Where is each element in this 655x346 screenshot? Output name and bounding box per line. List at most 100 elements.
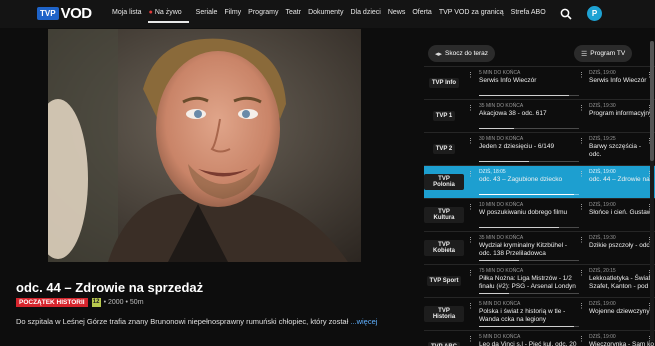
program-year-duration: • 2000 • 50m bbox=[103, 299, 144, 306]
channel-logo[interactable]: TVP Sport bbox=[424, 265, 464, 297]
series-badge[interactable]: POCZĄTEK HISTORII bbox=[16, 298, 88, 307]
channel-list: TVP Info ⋮ 5 MIN DO KOŃCA Serwis Info Wiecz… bbox=[424, 66, 655, 346]
nav-strefa-abo[interactable]: Strefa ABO bbox=[511, 9, 546, 16]
current-program[interactable]: 5 MIN DO KOŃCA Serwis Info Wieczór bbox=[479, 67, 579, 99]
current-program[interactable]: 35 MIN DO KOŃCA Akacjowa 38 - odc. 617 bbox=[479, 100, 579, 132]
channel-row[interactable]: TVP Info ⋮ 5 MIN DO KOŃCA Serwis Info Wiecz… bbox=[424, 66, 655, 99]
more-options-icon[interactable]: ⋮ bbox=[578, 269, 585, 277]
live-dot-icon: ● bbox=[148, 9, 153, 16]
more-options-icon[interactable]: ⋮ bbox=[578, 302, 585, 310]
nav-dokumenty[interactable]: Dokumenty bbox=[308, 9, 343, 16]
current-program[interactable]: 30 MIN DO KOŃCA Jeden z dziesięciu - 6/14… bbox=[479, 133, 579, 165]
channel-logo-text: TVP Kobieta bbox=[424, 240, 464, 256]
channel-row[interactable]: TVP Kobieta ⋮ 35 MIN DO KOŃCA Wydział krymi… bbox=[424, 231, 655, 264]
tv-guide-button[interactable]: ☰ Program TV bbox=[574, 45, 633, 62]
jump-label: Skocz do teraz bbox=[445, 50, 489, 57]
current-program-time: 5 MIN DO KOŃCA bbox=[479, 334, 521, 340]
logo-vod: VOD bbox=[60, 5, 93, 22]
more-link[interactable]: ...więcej bbox=[350, 317, 377, 326]
more-options-icon[interactable]: ⋮ bbox=[467, 269, 474, 277]
more-options-icon[interactable]: ⋮ bbox=[578, 170, 585, 178]
channel-row[interactable]: TVP 2 ⋮ 30 MIN DO KOŃCA Jeden z dziesięciu … bbox=[424, 132, 655, 165]
program-progress-fill bbox=[479, 128, 514, 129]
current-program[interactable]: 5 MIN DO KOŃCA Leo da Vinci s.l - Pięć ku… bbox=[479, 331, 579, 346]
nav-oferta[interactable]: Oferta bbox=[412, 9, 431, 16]
scrollbar[interactable] bbox=[650, 41, 654, 341]
current-program-title: Leo da Vinci s.l - Pięć kul, odc. 20 bbox=[479, 341, 577, 346]
current-program[interactable]: 10 MIN DO KOŃCA W poszukiwaniu dobrego fi… bbox=[479, 199, 579, 231]
program-progress-fill bbox=[479, 260, 519, 261]
channel-row[interactable]: TVP Historia ⋮ 5 MIN DO KOŃCA Polska i świa… bbox=[424, 297, 655, 330]
channel-row[interactable]: TVP Sport ⋮ 75 MIN DO KOŃCA Piłka Nożna: Li… bbox=[424, 264, 655, 297]
guide-label: Program TV bbox=[590, 50, 626, 57]
more-options-icon[interactable]: ⋮ bbox=[467, 71, 474, 79]
next-program-title: Lekkoatletyka - Świat Szafet, Kanton - p… bbox=[589, 275, 651, 290]
channel-logo[interactable]: TVP 2 bbox=[424, 133, 464, 165]
user-avatar[interactable]: P bbox=[587, 6, 602, 21]
more-options-icon[interactable]: ⋮ bbox=[578, 335, 585, 343]
current-program-time: 35 MIN DO KOŃCA bbox=[479, 103, 524, 109]
channel-logo[interactable]: TVP Kobieta bbox=[424, 232, 464, 264]
program-progress-bar bbox=[479, 293, 579, 294]
nav-filmy[interactable]: Filmy bbox=[224, 9, 241, 16]
more-options-icon[interactable]: ⋮ bbox=[467, 236, 474, 244]
more-options-icon[interactable]: ⋮ bbox=[578, 71, 585, 79]
channel-logo[interactable]: TVP ABC bbox=[424, 331, 464, 346]
nav-teatr[interactable]: Teatr bbox=[286, 9, 302, 16]
next-program-title: Barwy szczęścia - odc. bbox=[589, 143, 642, 158]
program-progress-fill bbox=[479, 293, 509, 294]
channel-logo[interactable]: TVP Info bbox=[424, 67, 464, 99]
channel-row[interactable]: TVP ABC⋮5 MIN DO KOŃCALeo da Vinci s.l -… bbox=[424, 330, 655, 346]
more-options-icon[interactable]: ⋮ bbox=[467, 302, 474, 310]
current-program-title: odc. 43 – Zagubione dziecko bbox=[479, 176, 563, 183]
more-options-icon[interactable]: ⋮ bbox=[467, 170, 474, 178]
current-program-title: Polska i świat z historią w tle - Wanda … bbox=[479, 308, 566, 323]
current-program[interactable]: 35 MIN DO KOŃCA Wydział kryminalny Kitzbü… bbox=[479, 232, 579, 264]
tvp-vod-logo[interactable]: TVP VOD bbox=[37, 5, 92, 22]
top-navigation: TVP VOD Moja lista ● Na żywo Seriale Film… bbox=[0, 0, 655, 28]
current-program-title: Akacjowa 38 - odc. 617 bbox=[479, 110, 547, 117]
nav-dla-dzieci[interactable]: Dla dzieci bbox=[350, 9, 380, 16]
current-program[interactable]: 5 MIN DO KOŃCA Polska i świat z historią … bbox=[479, 298, 579, 330]
program-progress-bar bbox=[479, 326, 579, 327]
current-program-time: 35 MIN DO KOŃCA bbox=[479, 235, 524, 241]
nav-moja-lista[interactable]: Moja lista bbox=[112, 9, 142, 16]
more-options-icon[interactable]: ⋮ bbox=[467, 203, 474, 211]
channel-logo[interactable]: TVP Polonia bbox=[424, 166, 464, 198]
nav-programy[interactable]: Programy bbox=[248, 9, 278, 16]
jump-to-now-button[interactable]: ◂▸ Skocz do teraz bbox=[428, 45, 496, 62]
more-options-icon[interactable]: ⋮ bbox=[578, 236, 585, 244]
channel-row[interactable]: TVP 1 ⋮ 35 MIN DO KOŃCA Akacjowa 38 - odc. … bbox=[424, 99, 655, 132]
program-progress-bar bbox=[479, 260, 579, 261]
nav-na-zywo-label: Na żywo bbox=[154, 9, 182, 16]
program-meta: POCZĄTEK HISTORII 12 • 2000 • 50m bbox=[16, 298, 144, 307]
scrollbar-thumb[interactable] bbox=[650, 41, 654, 161]
current-program[interactable]: 75 MIN DO KOŃCA Piłka Nożna: Liga Mistrzó… bbox=[479, 265, 579, 297]
current-program-time: 5 MIN DO KOŃCA bbox=[479, 301, 521, 307]
nav-news[interactable]: News bbox=[388, 9, 406, 16]
more-options-icon[interactable]: ⋮ bbox=[467, 104, 474, 112]
more-options-icon[interactable]: ⋮ bbox=[467, 335, 474, 343]
list-icon: ☰ bbox=[581, 50, 588, 58]
more-options-icon[interactable]: ⋮ bbox=[578, 203, 585, 211]
program-progress-bar bbox=[479, 227, 579, 228]
program-progress-bar bbox=[479, 95, 579, 96]
channel-logo[interactable]: TVP Kultura bbox=[424, 199, 464, 231]
nav-za-granica[interactable]: TVP VOD za granicą bbox=[439, 9, 504, 16]
channel-logo[interactable]: TVP 1 bbox=[424, 100, 464, 132]
nav-seriale[interactable]: Seriale bbox=[196, 9, 218, 16]
channel-logo-text: TVP Polonia bbox=[424, 174, 464, 190]
channel-row[interactable]: TVP Polonia ⋮ DZIŚ, 18:05 odc. 43 – Zagubio… bbox=[424, 165, 655, 198]
program-progress-fill bbox=[479, 95, 569, 96]
video-player[interactable] bbox=[48, 29, 361, 262]
more-options-icon[interactable]: ⋮ bbox=[578, 137, 585, 145]
channel-row[interactable]: TVP Kultura ⋮ 10 MIN DO KOŃCA W poszukiwani… bbox=[424, 198, 655, 231]
channel-logo-text: TVP Kultura bbox=[424, 207, 464, 223]
search-icon[interactable] bbox=[560, 8, 572, 20]
main-menu: Moja lista ● Na żywo Seriale Filmy Progra… bbox=[112, 9, 553, 23]
nav-na-zywo[interactable]: ● Na żywo bbox=[147, 9, 189, 23]
channel-logo[interactable]: TVP Historia bbox=[424, 298, 464, 330]
current-program[interactable]: DZIŚ, 18:05 odc. 43 – Zagubione dziecko bbox=[479, 166, 579, 198]
more-options-icon[interactable]: ⋮ bbox=[467, 137, 474, 145]
more-options-icon[interactable]: ⋮ bbox=[578, 104, 585, 112]
